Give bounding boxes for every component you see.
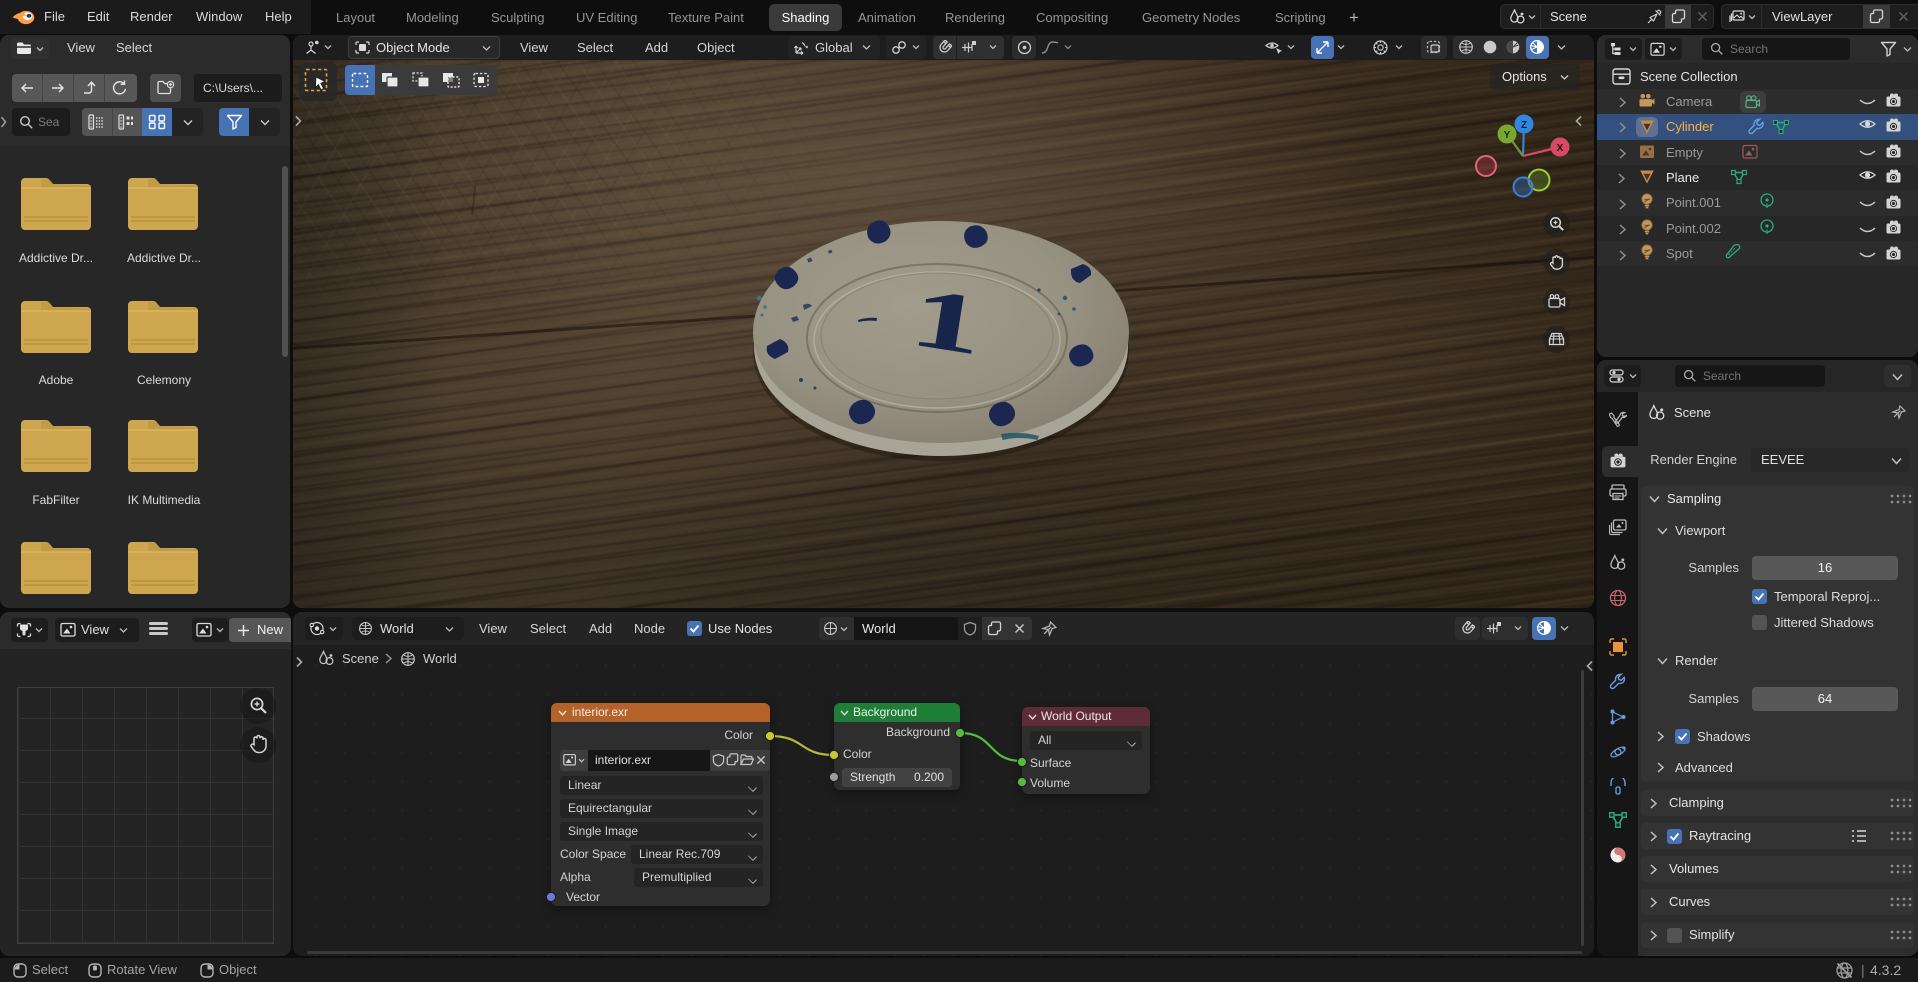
svg-text:Y: Y: [1504, 130, 1511, 141]
svg-text:X: X: [1557, 143, 1564, 154]
svg-text:1: 1: [904, 270, 990, 374]
svg-text:Z: Z: [1521, 120, 1527, 131]
